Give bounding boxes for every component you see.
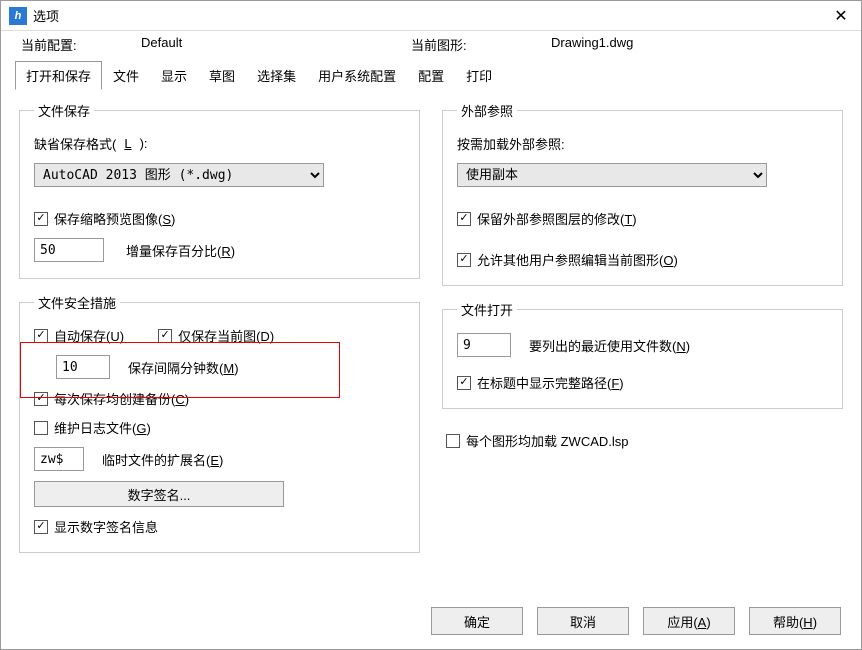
temp-ext-input[interactable]	[34, 447, 84, 471]
tab-4[interactable]: 选择集	[246, 61, 307, 90]
profile-value: Default	[141, 35, 182, 54]
app-icon: h	[9, 7, 27, 25]
digital-signature-button[interactable]: 数字签名...	[34, 481, 284, 507]
file-save-legend: 文件保存	[34, 101, 94, 120]
tab-6[interactable]: 配置	[407, 61, 455, 90]
temp-ext-label: 临时文件的扩展名(E)	[102, 450, 223, 469]
file-safety-group: 文件安全措施 自动保存(U) 仅保存当前图(D) 保存间隔分钟数(M)	[19, 293, 420, 553]
profile-label: 当前配置:	[21, 35, 141, 54]
external-ref-legend: 外部参照	[457, 101, 517, 120]
drawing-value: Drawing1.dwg	[551, 35, 633, 54]
autosave-checkbox[interactable]: 自动保存(U)	[34, 326, 124, 345]
file-safety-legend: 文件安全措施	[34, 293, 120, 312]
show-signature-checkbox[interactable]: 显示数字签名信息	[34, 517, 158, 536]
default-format-label: 缺省保存格式(L):	[34, 134, 405, 153]
tab-1[interactable]: 文件	[102, 61, 150, 90]
allow-edit-checkbox[interactable]: 允许其他用户参照编辑当前图形(O)	[457, 250, 678, 269]
interval-label: 保存间隔分钟数(M)	[128, 358, 239, 377]
retain-changes-checkbox[interactable]: 保留外部参照图层的修改(T)	[457, 209, 637, 228]
interval-input[interactable]	[56, 355, 110, 379]
incremental-save-input[interactable]	[34, 238, 104, 262]
tab-7[interactable]: 打印	[455, 61, 503, 90]
maintain-log-checkbox[interactable]: 维护日志文件(G)	[34, 418, 151, 437]
save-thumbnail-checkbox[interactable]: 保存缩略预览图像(S)	[34, 209, 175, 228]
file-open-legend: 文件打开	[457, 300, 517, 319]
tab-2[interactable]: 显示	[150, 61, 198, 90]
recent-count-input[interactable]	[457, 333, 511, 357]
window-title: 选项	[33, 6, 829, 25]
on-demand-select[interactable]: 使用副本	[457, 163, 767, 187]
help-button[interactable]: 帮助(H)	[749, 607, 841, 635]
backup-each-checkbox[interactable]: 每次保存均创建备份(C)	[34, 389, 189, 408]
tab-5[interactable]: 用户系统配置	[307, 61, 407, 90]
close-icon[interactable]: ✕	[829, 6, 853, 26]
show-full-path-checkbox[interactable]: 在标题中显示完整路径(F)	[457, 373, 624, 392]
only-current-checkbox[interactable]: 仅保存当前图(D)	[158, 326, 274, 345]
tab-0[interactable]: 打开和保存	[15, 61, 102, 90]
on-demand-label: 按需加载外部参照:	[457, 134, 828, 153]
load-lsp-checkbox[interactable]: 每个图形均加载 ZWCAD.lsp	[446, 431, 629, 450]
apply-button[interactable]: 应用(A)	[643, 607, 735, 635]
recent-count-label: 要列出的最近使用文件数(N)	[529, 336, 690, 355]
file-open-group: 文件打开 要列出的最近使用文件数(N) 在标题中显示完整路径(F)	[442, 300, 843, 409]
external-ref-group: 外部参照 按需加载外部参照: 使用副本 保留外部参照图层的修改(T) 允许其他用…	[442, 101, 843, 286]
default-format-select[interactable]: AutoCAD 2013 图形 (*.dwg)	[34, 163, 324, 187]
tab-3[interactable]: 草图	[198, 61, 246, 90]
ok-button[interactable]: 确定	[431, 607, 523, 635]
incremental-save-label: 增量保存百分比(R)	[126, 241, 235, 260]
cancel-button[interactable]: 取消	[537, 607, 629, 635]
drawing-label: 当前图形:	[411, 35, 551, 54]
file-save-group: 文件保存 缺省保存格式(L): AutoCAD 2013 图形 (*.dwg) …	[19, 101, 420, 279]
